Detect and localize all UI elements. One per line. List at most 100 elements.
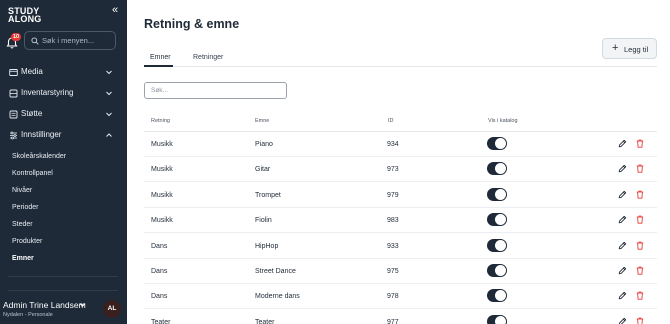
add-button[interactable]: + Legg til — [602, 38, 657, 59]
cell-retning: Teater — [151, 318, 171, 324]
catalog-visibility-toggle[interactable] — [487, 137, 507, 150]
edit-pencil-icon[interactable] — [618, 241, 627, 250]
cell-id: 933 — [387, 242, 399, 250]
trash-icon[interactable] — [636, 241, 644, 250]
nav-item-inventarstyring[interactable]: Inventarstyring — [0, 86, 127, 102]
plus-icon: + — [612, 42, 619, 54]
nav-item-stotte[interactable]: Støtte — [0, 107, 127, 123]
table-row: Musikk Piano 934 — [144, 132, 657, 157]
sub-item-emner[interactable]: Emner — [12, 255, 34, 262]
column-header-retning[interactable]: Retning — [151, 118, 170, 124]
table-row: Dans Street Dance 975 — [144, 259, 657, 284]
catalog-visibility-toggle[interactable] — [487, 162, 507, 176]
catalog-visibility-toggle[interactable] — [487, 264, 507, 277]
edit-pencil-icon[interactable] — [618, 139, 627, 148]
inventory-icon — [9, 89, 18, 98]
toggle-knob — [495, 290, 506, 302]
edit-pencil-icon[interactable] — [618, 266, 627, 275]
sidebar-divider — [8, 290, 118, 291]
cell-emne: Moderne dans — [255, 293, 300, 301]
column-header-emne[interactable]: Emne — [255, 118, 269, 124]
table-row: Musikk Fiolin 983 — [144, 208, 657, 234]
edit-pencil-icon[interactable] — [618, 190, 627, 199]
logo-line-2: ALONG — [8, 14, 42, 24]
catalog-visibility-toggle[interactable] — [487, 314, 507, 324]
app-logo[interactable]: STUDY ALONG — [8, 7, 44, 24]
sub-item-kontrollpanel[interactable]: Kontrollpanel — [12, 170, 53, 177]
toggle-knob — [495, 214, 506, 226]
trash-icon[interactable] — [636, 266, 644, 275]
media-icon — [9, 69, 18, 76]
tab-retninger[interactable]: Retninger — [193, 54, 223, 61]
cell-id: 979 — [387, 191, 399, 199]
trash-icon[interactable] — [636, 139, 644, 148]
catalog-visibility-toggle[interactable] — [487, 213, 507, 227]
cell-emne: Gitar — [255, 166, 271, 174]
cell-retning: Dans — [151, 268, 168, 275]
table-search-input[interactable]: Søk... — [144, 82, 287, 99]
nav-item-stotte-label: Støtte — [21, 109, 43, 118]
sub-item-steder[interactable]: Steder — [12, 221, 33, 228]
cell-emne: HipHop — [255, 242, 279, 250]
cell-id: 977 — [387, 318, 399, 324]
table-search-placeholder: Søk... — [151, 87, 168, 94]
edit-pencil-icon[interactable] — [618, 317, 627, 324]
cell-emne: Street Dance — [255, 268, 296, 275]
cell-emne: Fiolin — [255, 217, 272, 225]
cell-emne: Teater — [255, 318, 275, 324]
nav-item-media[interactable]: Media — [0, 65, 127, 81]
cell-retning: Musikk — [151, 191, 173, 199]
sub-item-produkter[interactable]: Produkter — [12, 238, 42, 245]
table-row: Musikk Gitar 973 — [144, 157, 657, 183]
toggle-knob — [495, 138, 506, 149]
edit-pencil-icon[interactable] — [618, 215, 627, 224]
user-name[interactable]: Admin Trine Landsem — [3, 300, 86, 310]
column-header-id[interactable]: ID — [388, 118, 394, 124]
trash-icon[interactable] — [636, 190, 644, 199]
settings-sliders-icon — [10, 131, 17, 140]
cell-id: 934 — [387, 141, 399, 148]
tab-emner[interactable]: Emner — [150, 54, 171, 61]
catalog-visibility-toggle[interactable] — [487, 238, 507, 252]
toggle-knob — [495, 188, 506, 200]
sub-item-nivaer[interactable]: Nivåer — [12, 187, 32, 194]
support-icon — [9, 110, 18, 119]
cell-id: 978 — [387, 293, 399, 301]
collapse-sidebar-icon[interactable]: « — [109, 4, 121, 16]
trash-icon[interactable] — [636, 215, 644, 224]
edit-pencil-icon[interactable] — [618, 291, 627, 300]
avatar[interactable]: AL — [103, 300, 121, 318]
cell-emne: Trompet — [255, 191, 281, 199]
catalog-visibility-toggle[interactable] — [487, 187, 507, 201]
menu-search-input[interactable]: Søk i menyen... — [24, 31, 116, 50]
sidebar-divider — [8, 276, 118, 277]
cell-retning: Dans — [151, 293, 168, 301]
trash-icon[interactable] — [636, 291, 644, 301]
cell-retning: Musikk — [151, 166, 173, 174]
chevron-down-icon — [106, 70, 112, 75]
toggle-knob — [495, 163, 506, 175]
chevron-down-icon — [106, 112, 112, 117]
sub-item-perioder[interactable]: Perioder — [12, 204, 38, 211]
chevron-down-icon — [106, 91, 112, 96]
cell-retning: Musikk — [151, 217, 173, 225]
column-header-vis-i-katalog[interactable]: Vis i katalog — [488, 118, 518, 124]
nav-item-innstillinger[interactable]: Innstillinger — [0, 128, 127, 144]
trash-icon[interactable] — [636, 164, 644, 174]
table-row: Musikk Trompet 979 — [144, 183, 657, 208]
cell-id: 975 — [387, 268, 399, 275]
nav-item-inventarstyring-label: Inventarstyring — [21, 88, 74, 97]
nav-item-innstillinger-label: Innstillinger — [21, 130, 62, 139]
active-tab-indicator — [144, 65, 173, 67]
toggle-knob — [495, 239, 506, 251]
chevron-down-icon[interactable] — [79, 302, 86, 308]
trash-icon[interactable] — [636, 317, 644, 324]
notification-badge: 10 — [11, 33, 22, 41]
toggle-knob — [495, 265, 506, 276]
chevron-up-icon — [106, 133, 112, 137]
cell-retning: Dans — [151, 242, 168, 250]
sub-item-skolearskalender[interactable]: Skoleårskalender — [12, 153, 66, 160]
catalog-visibility-toggle[interactable] — [487, 289, 507, 303]
table-row: Dans HipHop 933 — [144, 234, 657, 259]
edit-pencil-icon[interactable] — [618, 164, 627, 173]
